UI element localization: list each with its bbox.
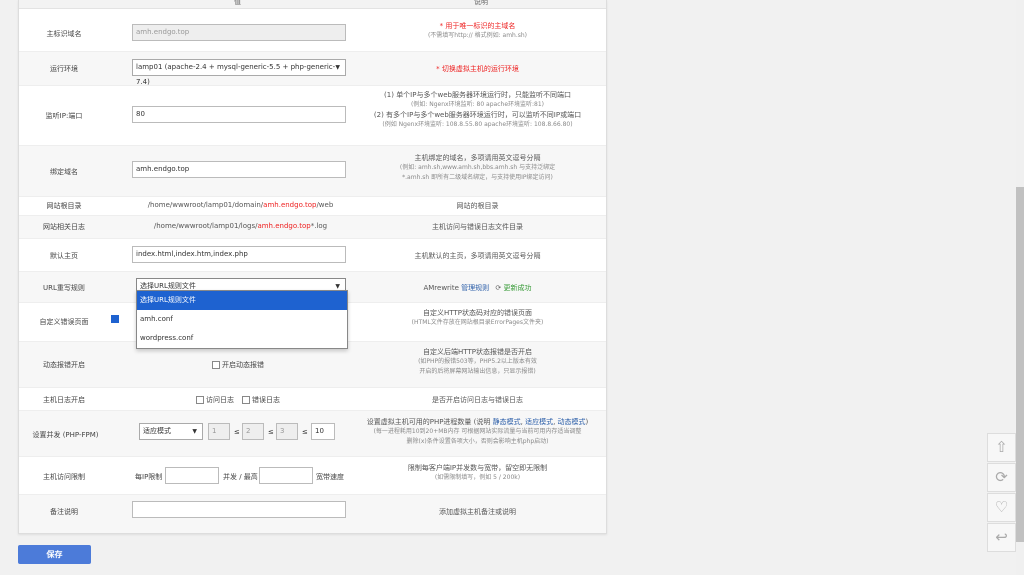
dropdown-option[interactable]: wordpress.conf [137,329,347,348]
desc-main-domain: * 用于唯一标识的主域名 (不需填写http:// 格式例如: amh.sh) [427,22,528,39]
log-dir-path: /home/wwwroot/lamp01/logs/amh.endgo.top*… [153,222,328,230]
desc-url-rewrite: AMrewrite 管理规则 ⟳ 更新成功 [423,284,532,292]
fpm-value-4[interactable]: 10 [311,423,335,440]
header-desc: 说明 [474,0,488,6]
desc-log-dir: 主机访问与错误日志文件目录 [432,223,523,231]
adaptive-mode-link[interactable]: 适应模式 [525,418,553,426]
host-edit-form: 值 说明 主标识域名 amh.endgo.top * 用于唯一标识的主域名 (不… [18,0,607,534]
label-main-domain: 主标识域名 [46,30,82,38]
web-root-path: /home/wwwroot/lamp01/domain/amh.endgo.to… [147,201,334,209]
desc-access-limit: 限制每客户端IP并发数与宽带，留空即无限制 (如需限制填写，例如 5 / 200… [407,464,548,481]
row-listen-port: 监听IP:端口 80 (1) 单个IP与多个web服务器环境运行时，只能监听不同… [19,86,606,146]
label-web-root: 网站根目录 [46,202,82,210]
label-bind-domain: 绑定域名 [50,168,78,176]
desc-web-root: 网站的根目录 [456,202,499,210]
label-url-rewrite: URL重写规则 [43,284,85,292]
desc-remark: 添加虚拟主机备注或说明 [439,508,516,516]
bind-domain-input[interactable]: amh.endgo.top [132,161,346,178]
row-default-page: 默认主页 index.html,index.htm,index.php 主机默认… [19,239,606,272]
row-concurrency: 设置并发 (PHP-FPM) 适应模式 ▼ 1 ≤ 2 ≤ 3 ≤ 10 设置虚… [19,411,606,457]
favorite-icon[interactable]: ♡ [987,493,1016,522]
dropdown-option[interactable]: amh.conf [137,310,347,329]
dynamic-mode-link[interactable]: 动态模式 [558,418,586,426]
bandwidth-label: 宽带速度 [316,473,344,481]
error-log-checkbox[interactable] [242,396,250,404]
back-to-top-icon[interactable]: ⇧ [987,433,1016,462]
refresh-icon[interactable]: ⟳ [987,463,1016,492]
label-concurrency: 设置并发 (PHP-FPM) [32,431,99,439]
dropdown-option[interactable]: 选择URL规则文件 [137,291,347,310]
refresh-status: 更新成功 [503,284,532,292]
label-host-log: 主机日志开启 [43,396,85,404]
fpm-value-2[interactable]: 2 [242,423,264,440]
chevron-down-icon: ▼ [335,64,340,71]
refresh-icon[interactable]: ⟳ [495,284,501,292]
row-access-limit: 主机访问限制 每IP限制 并发 / 最高 宽带速度 限制每客户端IP并发数与宽带… [19,457,606,495]
dynamic-error-toggle[interactable]: 开启动态报错 [212,360,264,370]
row-web-root: 网站根目录 /home/wwwroot/lamp01/domain/amh.en… [19,197,606,216]
desc-runtime: * 切换虚拟主机的运行环境 [436,65,519,73]
desc-error-page: 自定义HTTP状态码对应的错误页面 (HTML文件存放在网站根目录ErrorPa… [411,309,544,326]
row-remark: 备注说明 添加虚拟主机备注或说明 [19,495,606,533]
url-rewrite-dropdown: 选择URL规则文件 amh.conf wordpress.conf [136,290,348,349]
php-fpm-mode-select[interactable]: 适应模式 ▼ [139,423,203,440]
runtime-select[interactable]: lamp01 (apache-2.4 + mysql-generic-5.5 +… [132,59,346,86]
remark-input[interactable] [132,501,346,518]
row-host-log: 主机日志开启 访问日志 错误日志 是否开启访问日志与错误日志 [19,388,606,411]
error-log-toggle[interactable]: 错误日志 [242,395,280,405]
le-sign: ≤ [268,428,274,436]
label-remark: 备注说明 [50,508,78,516]
label-default-page: 默认主页 [50,252,78,260]
bandwidth-limit-input[interactable] [259,467,313,484]
dynamic-error-checkbox[interactable] [212,361,220,369]
row-runtime: 运行环境 lamp01 (apache-2.4 + mysql-generic-… [19,52,606,86]
save-button[interactable]: 保存 [18,545,91,564]
default-page-input[interactable]: index.html,index.htm,index.php [132,246,346,263]
desc-bind-domain: 主机绑定的域名，多项请用英文逗号分隔 (例如: amh.sh,www.amh.s… [399,154,556,181]
scrollbar-thumb[interactable] [1016,187,1024,542]
static-mode-link[interactable]: 静态模式 [493,418,521,426]
desc-dynamic-error: 自定义后端HTTP状态报错是否开启 (如PHP的报错503等，PHP5.2以上版… [418,348,537,375]
chevron-down-icon: ▼ [192,428,197,435]
access-log-checkbox[interactable] [196,396,204,404]
access-log-toggle[interactable]: 访问日志 [196,395,234,405]
main-domain-input[interactable]: amh.endgo.top [132,24,346,41]
desc-host-log: 是否开启访问日志与错误日志 [432,396,523,404]
label-log-dir: 网站相关日志 [43,223,85,231]
le-sign: ≤ [234,428,240,436]
desc-listen-port: (1) 单个IP与多个web服务器环境运行时，只能监听不同端口 (例如: Nge… [373,91,582,128]
desc-concurrency: 设置虚拟主机可用的PHP进程数量 (说明 静态模式, 适应模式, 动态模式) (… [366,418,589,445]
manage-rules-link[interactable]: 管理规则 [461,284,489,292]
row-bind-domain: 绑定域名 amh.endgo.top 主机绑定的域名，多项请用英文逗号分隔 (例… [19,146,606,197]
listen-port-input[interactable]: 80 [132,106,346,123]
concurrent-max-label: 并发 / 最高 [223,473,258,481]
per-ip-label: 每IP限制 [135,473,163,481]
label-runtime: 运行环境 [50,65,78,73]
concurrent-limit-input[interactable] [165,467,219,484]
row-log-dir: 网站相关日志 /home/wwwroot/lamp01/logs/amh.end… [19,216,606,239]
fpm-value-1[interactable]: 1 [208,423,230,440]
table-header: 值 说明 [19,0,606,9]
return-icon[interactable]: ↩ [987,523,1016,552]
le-sign: ≤ [302,428,308,436]
header-value: 值 [234,0,241,6]
error-page-checkbox[interactable] [111,315,119,323]
label-error-page: 自定义错误页面 [39,318,89,326]
row-main-domain: 主标识域名 amh.endgo.top * 用于唯一标识的主域名 (不需填写ht… [19,9,606,52]
desc-default-page: 主机默认的主页，多项请用英文逗号分隔 [414,252,541,260]
fpm-value-3[interactable]: 3 [276,423,298,440]
label-dynamic-error: 动态报错开启 [43,361,85,369]
label-access-limit: 主机访问限制 [43,473,85,481]
label-listen-port: 监听IP:端口 [45,112,83,120]
